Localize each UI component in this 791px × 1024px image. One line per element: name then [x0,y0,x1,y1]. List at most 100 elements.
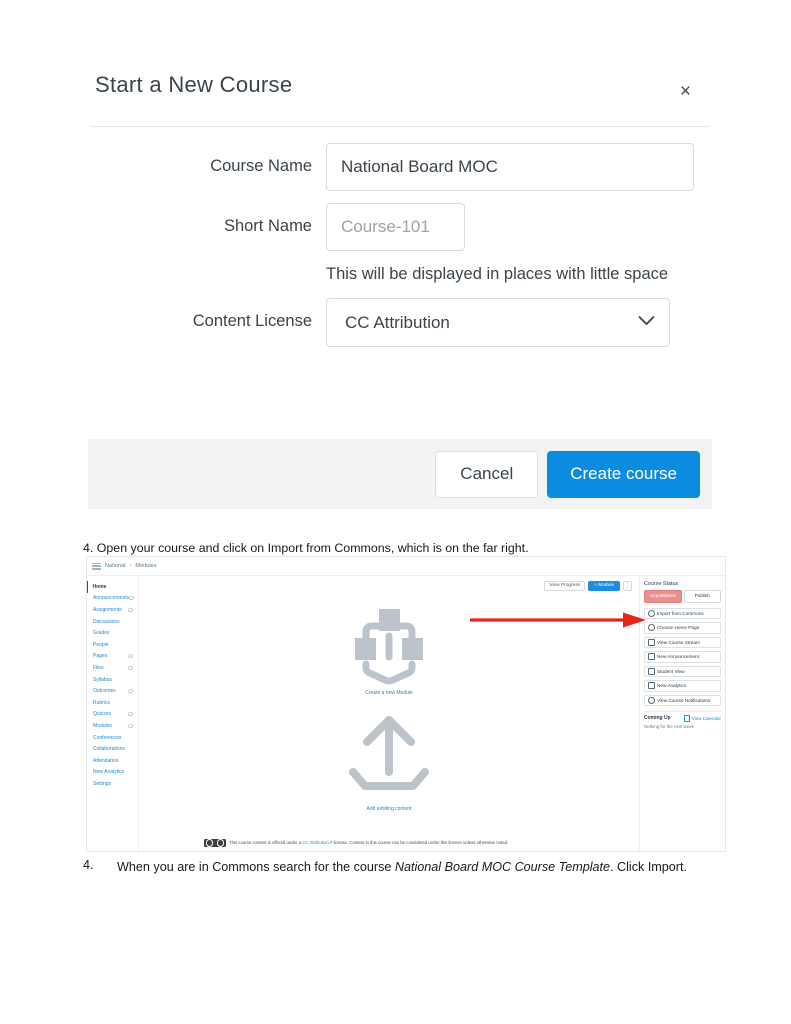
sidebar-item-conferences[interactable]: Conferences [87,732,138,744]
hidden-eye-icon [128,689,133,693]
sidebar-item-label: Conferences [93,734,122,741]
sidebar-item-home[interactable]: Home [87,581,138,593]
course-name-input[interactable] [326,143,694,191]
view-progress-button[interactable]: View Progress [544,580,586,592]
content-license-row: Content License CC Attribution [88,298,712,347]
modules-toolbar: View Progress + Module ⋮ [139,576,639,596]
sidebar-item-rubrics[interactable]: Rubrics [87,697,138,709]
canvas-main: Home Announcements Assignments Discussio… [87,576,725,851]
modules-content-area: View Progress + Module ⋮ Create a new Mo… [139,576,639,851]
sidebar-item-label: Outcomes [93,688,116,695]
sidebar-item-modules[interactable]: Modules [87,720,138,732]
course-name-row: Course Name [88,143,712,191]
course-name-label: Course Name [210,157,312,175]
license-text: This course content is offered under a C… [229,840,508,846]
sidebar-item-files[interactable]: Files [87,662,138,674]
new-analytics-button[interactable]: New Analytics [644,680,721,692]
publish-button[interactable]: Publish [683,590,721,603]
sidebar-item-new-analytics[interactable]: New Analytics [87,767,138,779]
content-license-label: Content License [192,312,312,330]
close-icon[interactable]: × [676,80,695,103]
sidebar-item-attendance[interactable]: Attendance [87,755,138,767]
view-calendar-link[interactable]: View Calendar [683,715,721,722]
action-label: View Course Stream [657,639,700,645]
course-name-control [326,143,712,191]
sidebar-item-collaborations[interactable]: Collaborations [87,743,138,755]
start-new-course-dialog: Start a New Course × Course Name Short N… [88,58,712,509]
hidden-eye-icon [128,608,133,612]
analytics-icon [648,682,655,690]
creative-commons-icon [204,839,226,847]
view-calendar-label: View Calendar [691,715,721,721]
sidebar-item-label: Collaborations [93,746,125,753]
add-module-button[interactable]: + Module [588,580,620,592]
sidebar-item-label: Announcements [93,595,130,602]
student-view-button[interactable]: Student View [644,665,721,678]
coming-up-title: Coming Up [644,715,671,722]
module-diagram-icon [355,609,423,685]
kebab-menu-icon[interactable]: ⋮ [623,581,632,591]
content-license-value: CC Attribution [345,312,450,332]
short-name-control: This will be displayed in places with li… [326,203,712,284]
sidebar-item-label: Syllabus [93,676,112,683]
step-text-after: . Click Import. [610,860,688,874]
cancel-button[interactable]: Cancel [435,450,539,498]
home-icon [648,624,655,632]
step-instruction-top: 4. Open your course and click on Import … [83,541,529,555]
status-badge-unpublished[interactable]: Unpublished [644,590,682,603]
new-announcement-button[interactable]: New Announcement [644,651,721,663]
content-license-select-wrap: CC Attribution [326,298,670,347]
hidden-eye-icon [129,596,134,600]
sidebar-item-label: People [93,641,109,648]
modules-empty-state: Create a new Module Add existing content [139,602,639,812]
dialog-header: Start a New Course × [88,58,712,126]
sidebar-item-assignments[interactable]: Assignments [87,604,138,616]
license-link[interactable]: CC Attribution [302,840,329,845]
course-status-sidebar: Course Status Unpublished Publish Import… [639,576,725,851]
action-label: New Announcement [657,654,699,660]
sidebar-item-people[interactable]: People [87,639,138,651]
sidebar-item-grades[interactable]: Grades [87,627,138,639]
add-existing-content-block[interactable]: Add existing content [341,710,437,812]
sidebar-item-outcomes[interactable]: Outcomes [87,685,138,697]
step-body: When you are in Commons search for the c… [117,858,723,876]
breadcrumb-course[interactable]: National [105,563,126,569]
sidebar-item-label: Files [93,664,104,671]
sidebar-item-label: Discussions [93,618,120,625]
dialog-body: Course Name Short Name This will be disp… [88,127,712,439]
sidebar-item-discussions[interactable]: Discussions [87,616,138,628]
sidebar-item-quizzes[interactable]: Quizzes [87,709,138,721]
breadcrumb: National › Modules [87,557,725,576]
publish-state-row: Unpublished Publish [644,590,721,603]
sidebar-item-label: Settings [93,780,112,787]
sidebar-item-label: Pages [93,653,108,660]
sidebar-item-label: New Analytics [93,769,125,776]
sidebar-item-pages[interactable]: Pages [87,651,138,663]
create-module-block[interactable]: Create a new Module [339,602,439,696]
import-from-commons-button[interactable]: Import from Commons [644,607,721,620]
course-navigation: Home Announcements Assignments Discussio… [87,576,139,851]
create-course-button[interactable]: Create course [547,450,700,498]
sidebar-item-announcements[interactable]: Announcements [87,593,138,605]
sidebar-item-syllabus[interactable]: Syllabus [87,674,138,686]
short-name-input[interactable] [326,203,465,251]
announcement-icon [648,653,655,661]
course-license-footer: This course content is offered under a C… [204,839,631,847]
page-title: Start a New Course [95,72,293,97]
short-name-hint: This will be displayed in places with li… [326,265,669,283]
view-course-notifications-button[interactable]: View Course Notifications [644,694,721,707]
short-name-label: Short Name [223,217,312,235]
hamburger-icon[interactable] [92,562,101,570]
action-label: New Analytics [657,683,687,689]
content-license-control: CC Attribution [326,298,712,347]
choose-home-page-button[interactable]: Choose Home Page [644,622,721,634]
content-license-select[interactable]: CC Attribution [326,298,670,347]
stream-icon [648,638,655,646]
breadcrumb-page[interactable]: Modules [135,563,156,569]
hidden-eye-icon [128,712,133,716]
sidebar-item-settings[interactable]: Settings [87,778,138,790]
view-course-stream-button[interactable]: View Course Stream [644,636,721,649]
breadcrumb-separator: › [129,563,132,569]
step-number: 4. [83,858,94,872]
sidebar-item-label: Quizzes [93,711,112,718]
